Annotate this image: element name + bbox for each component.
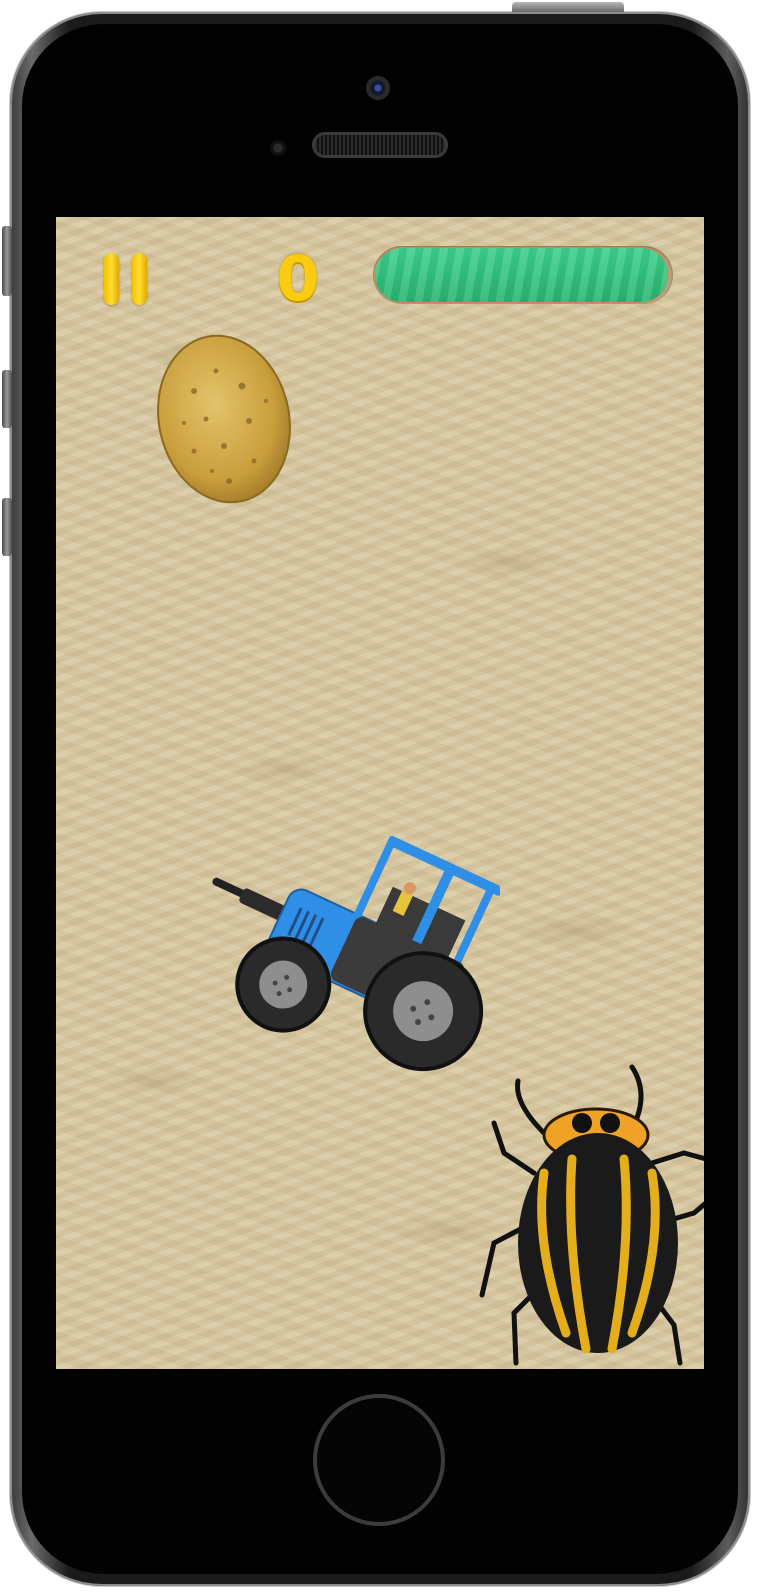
volume-up-button bbox=[2, 370, 12, 428]
pause-icon-bar bbox=[132, 253, 147, 305]
proximity-sensor bbox=[270, 140, 286, 156]
volume-down-button bbox=[2, 498, 12, 556]
beetle-sprite[interactable] bbox=[474, 1063, 704, 1369]
pause-icon bbox=[104, 253, 119, 305]
score-counter: 0 bbox=[276, 242, 320, 315]
potato-sprite[interactable] bbox=[154, 331, 294, 511]
pause-button[interactable] bbox=[100, 251, 152, 309]
mute-switch bbox=[2, 226, 12, 296]
power-button bbox=[512, 2, 624, 12]
front-camera bbox=[366, 76, 390, 100]
home-button[interactable] bbox=[313, 1394, 445, 1526]
game-screen[interactable]: 0 bbox=[56, 217, 704, 1369]
health-bar bbox=[373, 246, 673, 304]
earpiece-speaker bbox=[312, 132, 448, 158]
tractor-sprite[interactable] bbox=[190, 795, 500, 1105]
health-bar-fill bbox=[375, 248, 668, 302]
